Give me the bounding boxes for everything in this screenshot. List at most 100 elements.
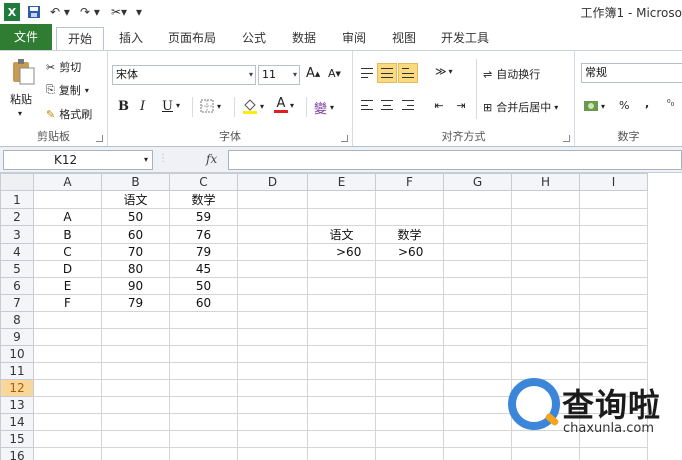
grid-cell[interactable] bbox=[33, 413, 102, 431]
column-header[interactable]: H bbox=[511, 173, 580, 191]
grid-cell[interactable] bbox=[443, 277, 512, 295]
grid-cell[interactable] bbox=[237, 362, 308, 380]
grid-cell[interactable] bbox=[511, 311, 580, 329]
excel-logo-icon[interactable]: X bbox=[4, 3, 20, 21]
align-right-icon[interactable] bbox=[398, 95, 418, 115]
grid-cell[interactable] bbox=[511, 447, 580, 460]
grid-cell[interactable] bbox=[307, 294, 376, 312]
grid-cell[interactable] bbox=[169, 311, 238, 329]
row-header[interactable]: 6 bbox=[0, 277, 34, 295]
row-header[interactable]: 14 bbox=[0, 413, 34, 431]
grid-cell[interactable] bbox=[33, 396, 102, 414]
grid-cell[interactable] bbox=[237, 208, 308, 226]
grid-cell[interactable] bbox=[307, 260, 376, 278]
grid-cell[interactable] bbox=[443, 225, 512, 244]
grid-cell[interactable] bbox=[237, 396, 308, 414]
font-color-icon[interactable]: A bbox=[274, 97, 288, 113]
increase-decimal-icon[interactable]: ⁰₀ bbox=[667, 99, 674, 109]
grid-cell[interactable] bbox=[33, 430, 102, 448]
grid-cell[interactable]: 45 bbox=[169, 260, 238, 278]
row-header[interactable]: 3 bbox=[0, 225, 34, 244]
grid-cell[interactable] bbox=[579, 190, 648, 209]
row-header[interactable]: 1 bbox=[0, 190, 34, 209]
font-name-combo[interactable]: 宋体 ▾ bbox=[112, 65, 256, 85]
row-header[interactable]: 5 bbox=[0, 260, 34, 278]
grid-cell[interactable] bbox=[511, 277, 580, 295]
grid-cell[interactable] bbox=[101, 362, 170, 380]
grid-cell[interactable] bbox=[237, 260, 308, 278]
grid-cell[interactable] bbox=[579, 294, 648, 312]
row-header[interactable]: 8 bbox=[0, 311, 34, 329]
grid-cell[interactable] bbox=[511, 208, 580, 226]
row-header[interactable]: 13 bbox=[0, 396, 34, 414]
grid-cell[interactable] bbox=[443, 243, 512, 261]
row-header[interactable]: 10 bbox=[0, 345, 34, 363]
grid-cell[interactable] bbox=[307, 311, 376, 329]
currency-icon[interactable]: ▾ bbox=[583, 99, 605, 113]
tab-review[interactable]: 审阅 bbox=[332, 27, 376, 50]
grid-cell[interactable] bbox=[443, 260, 512, 278]
underline-dropdown-icon[interactable]: ▾ bbox=[176, 101, 180, 110]
grid-cell[interactable] bbox=[33, 328, 102, 346]
grid-cell[interactable] bbox=[33, 379, 102, 397]
column-header[interactable]: B bbox=[101, 173, 170, 191]
grid-cell[interactable]: 80 bbox=[101, 260, 170, 278]
grid-cell[interactable] bbox=[443, 328, 512, 346]
grid-cell[interactable]: 数学 bbox=[169, 190, 238, 209]
grid-cell[interactable]: >60 bbox=[375, 243, 444, 261]
number-format-combo[interactable]: 常规 bbox=[581, 63, 682, 83]
grid-cell[interactable] bbox=[443, 190, 512, 209]
grid-cell[interactable] bbox=[375, 362, 444, 380]
column-header[interactable]: E bbox=[307, 173, 376, 191]
grid-cell[interactable] bbox=[579, 345, 648, 363]
grid-cell[interactable] bbox=[237, 345, 308, 363]
grid-cell[interactable]: 数学 bbox=[375, 225, 444, 244]
bold-button[interactable]: B bbox=[118, 99, 129, 114]
grid-cell[interactable] bbox=[237, 311, 308, 329]
grid-cell[interactable] bbox=[375, 277, 444, 295]
grid-cell[interactable] bbox=[33, 362, 102, 380]
grid-cell[interactable] bbox=[237, 447, 308, 460]
tab-file[interactable]: 文件 bbox=[0, 24, 52, 50]
paste-dropdown-icon[interactable]: ▾ bbox=[18, 109, 22, 118]
grid-cell[interactable] bbox=[511, 260, 580, 278]
align-top-icon[interactable] bbox=[357, 63, 377, 83]
grid-cell[interactable] bbox=[307, 277, 376, 295]
grid-cell[interactable] bbox=[443, 294, 512, 312]
row-header[interactable]: 7 bbox=[0, 294, 34, 312]
grid-cell[interactable] bbox=[443, 345, 512, 363]
row-header[interactable]: 4 bbox=[0, 243, 34, 261]
grid-cell[interactable] bbox=[169, 396, 238, 414]
tab-insert[interactable]: 插入 bbox=[108, 27, 154, 50]
grid-cell[interactable] bbox=[375, 190, 444, 209]
grid-cell[interactable] bbox=[375, 311, 444, 329]
phonetic-icon[interactable]: 變 ▾ bbox=[314, 98, 334, 117]
shrink-font-icon[interactable]: A ▼ bbox=[328, 67, 341, 80]
grid-cell[interactable] bbox=[237, 225, 308, 244]
tab-formulas[interactable]: 公式 bbox=[232, 27, 276, 50]
fx-icon[interactable]: fx bbox=[206, 152, 217, 166]
grid-cell[interactable] bbox=[579, 243, 648, 261]
grid-cell[interactable] bbox=[511, 362, 580, 380]
tab-view[interactable]: 视图 bbox=[382, 27, 426, 50]
borders-icon[interactable]: ▾ bbox=[200, 99, 221, 113]
grid-cell[interactable] bbox=[443, 362, 512, 380]
grid-cell[interactable] bbox=[237, 243, 308, 261]
format-painter-button[interactable]: ✎ 格式刷 bbox=[46, 106, 92, 122]
row-header[interactable]: 12 bbox=[0, 379, 34, 397]
grid-cell[interactable] bbox=[237, 190, 308, 209]
grid-cell[interactable] bbox=[511, 345, 580, 363]
grid-cell[interactable] bbox=[33, 345, 102, 363]
grid-cell[interactable]: B bbox=[33, 225, 102, 244]
tab-home[interactable]: 开始 bbox=[56, 27, 104, 50]
grid-cell[interactable] bbox=[579, 277, 648, 295]
grid-cell[interactable] bbox=[307, 430, 376, 448]
grid-cell[interactable] bbox=[443, 396, 512, 414]
grid-cell[interactable] bbox=[169, 430, 238, 448]
grid-cell[interactable] bbox=[101, 379, 170, 397]
decrease-indent-icon[interactable]: ⇤ bbox=[429, 95, 449, 115]
paste-icon[interactable] bbox=[8, 57, 38, 87]
grid-cell[interactable] bbox=[579, 328, 648, 346]
align-middle-icon[interactable] bbox=[377, 63, 397, 83]
grid-cell[interactable] bbox=[237, 379, 308, 397]
